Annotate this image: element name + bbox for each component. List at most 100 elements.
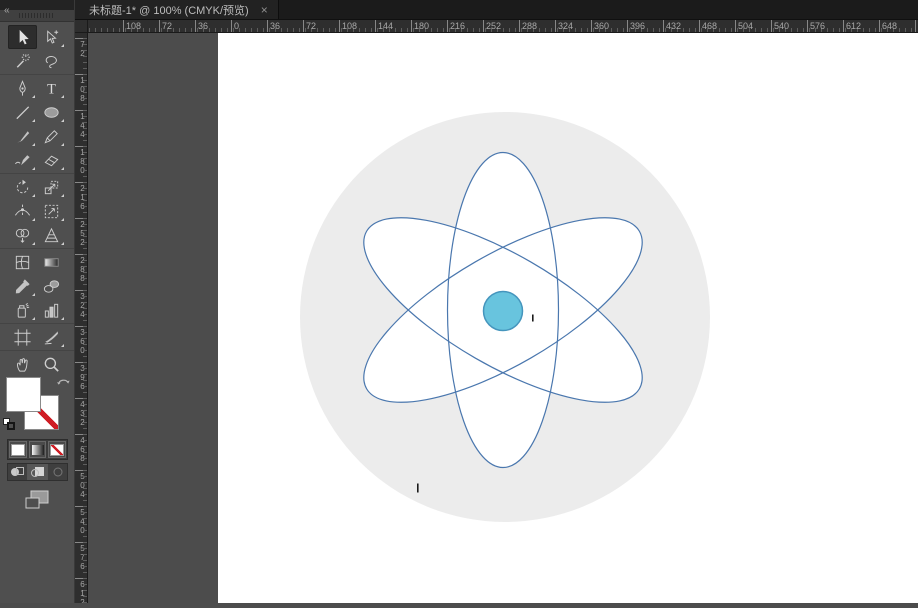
direct-selection-tool-icon — [42, 28, 61, 47]
tool-hand[interactable] — [8, 352, 37, 376]
h-ruler-label: 36 — [267, 20, 280, 32]
tool-scale[interactable] — [37, 175, 66, 199]
lasso-tool-icon — [42, 52, 61, 71]
h-ruler-label: 468 — [699, 20, 717, 32]
v-ruler-label: 396 — [75, 362, 88, 391]
default-fill-stroke-icon[interactable] — [3, 418, 16, 431]
none-button[interactable] — [48, 441, 66, 458]
artboard-tool-icon — [13, 328, 32, 347]
screen-mode-button[interactable] — [21, 487, 53, 513]
free-transform-tool-icon — [42, 202, 61, 221]
h-ruler-label: 108 — [123, 20, 141, 32]
h-ruler-label: 648 — [879, 20, 897, 32]
h-ruler-label: 288 — [519, 20, 537, 32]
draw-normal-button[interactable] — [8, 464, 28, 480]
tool-width[interactable] — [8, 199, 37, 223]
tool-pencil[interactable] — [37, 124, 66, 148]
tool-selection[interactable] — [8, 25, 37, 49]
document-tab-bar: 未标题-1* @ 100% (CMYK/预览) × — [75, 0, 918, 20]
tool-artboard[interactable] — [8, 325, 37, 349]
tool-group — [0, 324, 74, 351]
tool-free-transform[interactable] — [37, 199, 66, 223]
tool-group — [0, 24, 74, 75]
vertical-ruler[interactable]: 7210814418021625228832436039643246850454… — [75, 33, 88, 603]
draw-behind-button[interactable] — [28, 464, 48, 480]
appearance-buttons — [7, 439, 68, 460]
symbol-sprayer-tool-icon — [13, 301, 32, 320]
canvas-area[interactable] — [88, 33, 918, 603]
swap-fill-stroke-icon[interactable] — [56, 376, 71, 387]
atom-nucleus[interactable] — [484, 292, 523, 331]
v-ruler-label: 432 — [75, 398, 88, 427]
column-graph-tool-icon — [42, 301, 61, 320]
tool-paintbrush[interactable] — [8, 124, 37, 148]
h-ruler-label: 324 — [555, 20, 573, 32]
tools-panel: « T — [0, 0, 75, 603]
tool-direct-selection[interactable] — [37, 25, 66, 49]
rotate-tool-icon — [13, 178, 32, 197]
slice-tool-icon — [42, 328, 61, 347]
eraser-tool-icon — [42, 151, 61, 170]
tool-pen[interactable] — [8, 76, 37, 100]
drag-dots-icon — [19, 13, 55, 18]
tool-column-graph[interactable] — [37, 298, 66, 322]
scale-tool-icon — [42, 178, 61, 197]
tool-perspective-grid[interactable] — [37, 223, 66, 247]
draw-inside-button[interactable] — [48, 464, 67, 480]
h-ruler-label: 576 — [807, 20, 825, 32]
v-ruler-label: 324 — [75, 290, 88, 319]
tool-symbol-sprayer[interactable] — [8, 298, 37, 322]
shaper-tool-icon — [13, 151, 32, 170]
tool-group: T — [0, 75, 74, 174]
tool-magic-wand[interactable] — [8, 49, 37, 73]
tools-panel-header: « — [0, 0, 74, 10]
tool-mesh[interactable] — [8, 250, 37, 274]
h-ruler-label: 360 — [591, 20, 609, 32]
document-tab-title: 未标题-1* @ 100% (CMYK/预览) — [89, 2, 249, 18]
h-ruler-label: 252 — [483, 20, 501, 32]
h-ruler-label: 216 — [447, 20, 465, 32]
v-ruler-label: 144 — [75, 110, 88, 139]
h-ruler-label: 144 — [375, 20, 393, 32]
h-ruler-label: 72 — [159, 20, 172, 32]
tab-close-icon[interactable]: × — [261, 4, 268, 16]
tool-rotate[interactable] — [8, 175, 37, 199]
tool-type[interactable]: T — [37, 76, 66, 100]
tool-shape-builder[interactable] — [8, 223, 37, 247]
ellipse-tool-icon — [42, 103, 61, 122]
tool-blend[interactable] — [37, 274, 66, 298]
v-ruler-label: 576 — [75, 542, 88, 571]
color-button[interactable] — [9, 441, 27, 458]
tool-eraser[interactable] — [37, 148, 66, 172]
tool-lasso[interactable] — [37, 49, 66, 73]
tool-group — [0, 174, 74, 249]
type-tool-icon: T — [42, 79, 61, 98]
document-tab[interactable]: 未标题-1* @ 100% (CMYK/预览) × — [75, 0, 279, 19]
tool-line-segment[interactable] — [8, 100, 37, 124]
collapse-panel-icon[interactable]: « — [0, 6, 10, 15]
pen-tool-icon — [13, 79, 32, 98]
h-ruler-label: 612 — [843, 20, 861, 32]
tool-zoom[interactable] — [37, 352, 66, 376]
ruler-origin-corner[interactable] — [75, 20, 88, 33]
hand-tool-icon — [13, 355, 32, 374]
tool-slice[interactable] — [37, 325, 66, 349]
gradient-button[interactable] — [29, 441, 47, 458]
shape-builder-tool-icon — [13, 226, 32, 245]
width-tool-icon — [13, 202, 32, 221]
tools-panel-drag-handle[interactable] — [0, 10, 74, 22]
v-ruler-label: 72 — [75, 38, 88, 58]
paintbrush-tool-icon — [13, 127, 32, 146]
h-ruler-label: 180 — [411, 20, 429, 32]
v-ruler-label: 468 — [75, 434, 88, 463]
blend-tool-icon — [42, 277, 61, 296]
tool-ellipse[interactable] — [37, 100, 66, 124]
horizontal-ruler[interactable]: 1087236036721081441802162522883243603964… — [88, 20, 918, 33]
tool-shaper[interactable] — [8, 148, 37, 172]
draw-normal-rect-icon — [16, 467, 24, 475]
fill-swatch[interactable] — [6, 377, 41, 412]
tool-gradient[interactable] — [37, 250, 66, 274]
eyedropper-tool-icon — [13, 277, 32, 296]
tool-eyedropper[interactable] — [8, 274, 37, 298]
drawing-mode-buttons — [7, 463, 68, 481]
